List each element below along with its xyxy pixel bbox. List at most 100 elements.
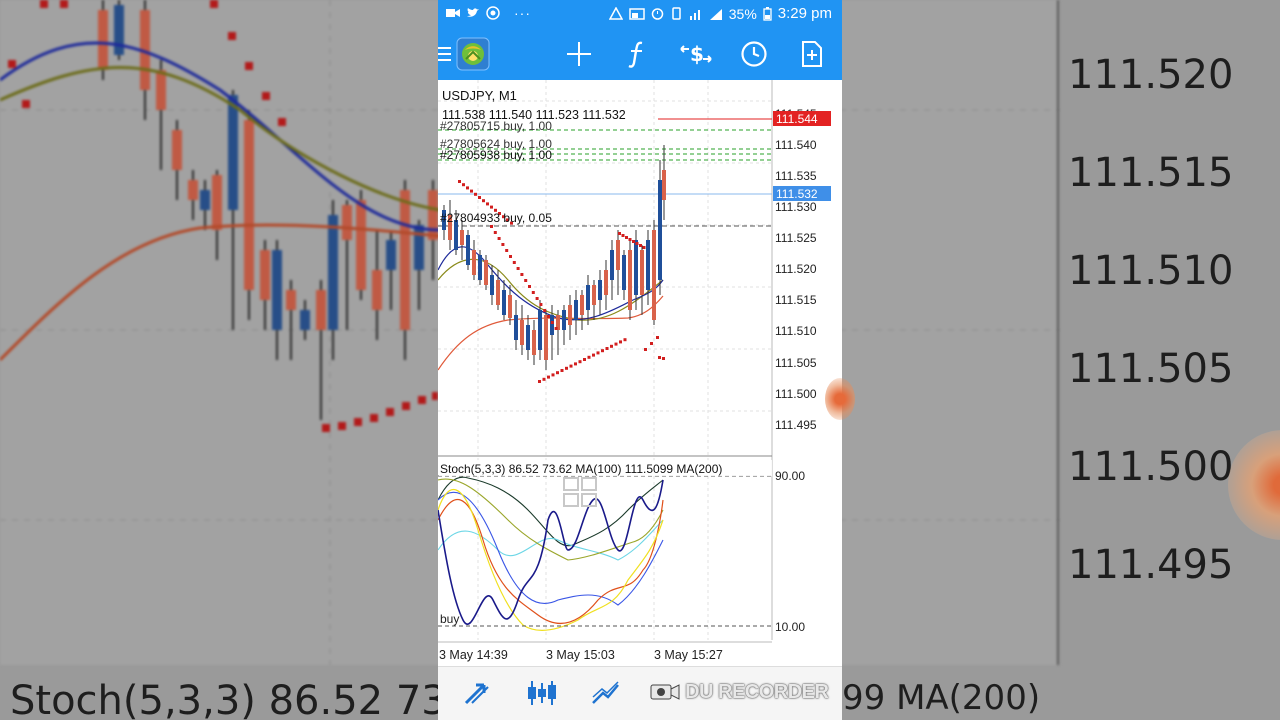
order-label: #27805715 buy, 1.00 <box>440 119 552 133</box>
sar-dot <box>623 338 627 342</box>
cast-icon <box>629 7 645 20</box>
sar-dot <box>628 238 632 241</box>
time-label: 3 May 15:27 <box>654 648 723 662</box>
sar-dot <box>658 356 661 359</box>
candle-body <box>520 320 524 345</box>
candle-body <box>472 250 476 275</box>
candle-body <box>604 270 608 295</box>
bid-price-label: 111.532 <box>776 187 818 201</box>
sar-dot <box>524 279 528 282</box>
sar-dot <box>625 236 628 239</box>
price-chart[interactable]: USDJPY, M1 111.538 111.540 111.523 111.5… <box>438 80 842 666</box>
candle-body <box>646 240 650 290</box>
sar-dot <box>605 347 609 350</box>
crosshair-icon[interactable] <box>563 38 595 70</box>
sar-dot <box>621 234 625 237</box>
candle-body <box>562 310 566 330</box>
order-label: #27804933 buy, 0.05 <box>440 211 552 225</box>
sar-dot <box>610 344 613 348</box>
stoch-level-label: 90.00 <box>775 469 805 483</box>
function-icon[interactable] <box>621 38 653 70</box>
sar-dot <box>619 340 622 344</box>
alarm-clock-icon <box>651 8 664 20</box>
phone-screen: ··· 35% 3:29 pm $ USDJPY, M1 111.538 111… <box>438 0 842 720</box>
candle-body <box>610 250 614 280</box>
bg-price-label: 111.495 <box>1068 542 1234 588</box>
candle-body <box>460 230 464 245</box>
candle-body <box>580 295 584 315</box>
candle-body <box>628 250 632 310</box>
candle-body <box>538 310 542 350</box>
sar-dot <box>574 362 577 366</box>
stoch-header: Stoch(5,3,3) 86.52 73.62 MA(100) 111.509… <box>440 462 722 476</box>
candlesticks <box>442 145 666 370</box>
sar-dot <box>474 192 477 196</box>
sar-dot <box>538 380 541 383</box>
price-tick: 111.525 <box>775 231 817 245</box>
sar-dot <box>462 183 465 187</box>
sar-dot <box>528 285 531 288</box>
dollar-switch-icon[interactable]: $ <box>678 38 714 70</box>
indicators-icon[interactable] <box>590 679 622 707</box>
sar-dot <box>596 351 600 355</box>
sar-dot <box>662 357 665 360</box>
sar-dot <box>458 180 461 183</box>
wifi-signal-icon <box>709 8 722 20</box>
bg-stoch-label: Stoch(5,3,3) 86.52 73 <box>10 678 447 720</box>
sar-dot <box>618 232 621 235</box>
candles-icon[interactable] <box>526 679 558 707</box>
sar-dot <box>535 297 539 300</box>
candle-body <box>514 315 518 340</box>
bg-price-label: 111.505 <box>1068 346 1234 392</box>
candle-body <box>652 230 656 320</box>
time-label: 3 May 15:03 <box>546 648 615 662</box>
sar-dot <box>583 358 586 361</box>
bg-ma-label: 99 MA(200) <box>842 678 1041 718</box>
screen: 111.520 111.515 111.510 111.505 111.500 … <box>0 0 1280 720</box>
sar-dot <box>486 202 489 206</box>
new-order-icon[interactable] <box>796 38 828 70</box>
stoch-level-label: 10.00 <box>775 620 805 634</box>
sar-dot <box>505 249 509 252</box>
candle-body <box>490 275 494 295</box>
sar-dot <box>466 186 469 190</box>
candle-body <box>508 295 512 318</box>
candle-body <box>616 240 620 270</box>
candle-body <box>478 255 482 280</box>
stochastic-lines <box>438 476 664 632</box>
sar-dot <box>578 360 582 364</box>
candle-body <box>544 315 548 360</box>
hamburger-menu-icon[interactable] <box>438 38 456 70</box>
sar-dot <box>560 369 564 372</box>
candle-body <box>568 305 572 325</box>
sar-dot <box>551 373 555 377</box>
chart-canvas[interactable]: USDJPY, M1 111.538 111.540 111.523 111.5… <box>438 80 842 666</box>
sar-dot <box>543 309 547 312</box>
candle-body <box>592 285 596 305</box>
whatsapp-icon <box>486 6 500 20</box>
video-icon <box>446 9 460 17</box>
trade-arrows-icon[interactable] <box>462 679 494 707</box>
top-toolbar: $ <box>438 28 842 80</box>
metatrader-logo-icon[interactable] <box>456 37 490 71</box>
price-tick: 111.520 <box>775 262 817 276</box>
sar-dot <box>635 242 639 245</box>
sar-dot <box>614 342 618 346</box>
clock-timeframe-icon[interactable] <box>738 38 770 70</box>
candle-body <box>586 285 590 310</box>
sar-dot <box>490 205 493 209</box>
price-tick: 111.510 <box>775 324 817 338</box>
price-tick: 111.530 <box>775 200 817 214</box>
candle-body <box>574 300 578 320</box>
sar-dot <box>547 375 550 379</box>
sar-dot <box>550 321 554 324</box>
symbol-label: USDJPY, M1 <box>442 88 517 103</box>
candle-body <box>484 260 488 285</box>
sar-dot <box>569 364 573 368</box>
sar-dot <box>547 315 550 318</box>
sar-dot <box>650 342 653 345</box>
stoch-order-tag: buy <box>440 612 459 626</box>
recorder-touch-indicator <box>825 378 855 420</box>
vibrate-icon <box>672 7 681 20</box>
battery-icon <box>763 6 772 21</box>
